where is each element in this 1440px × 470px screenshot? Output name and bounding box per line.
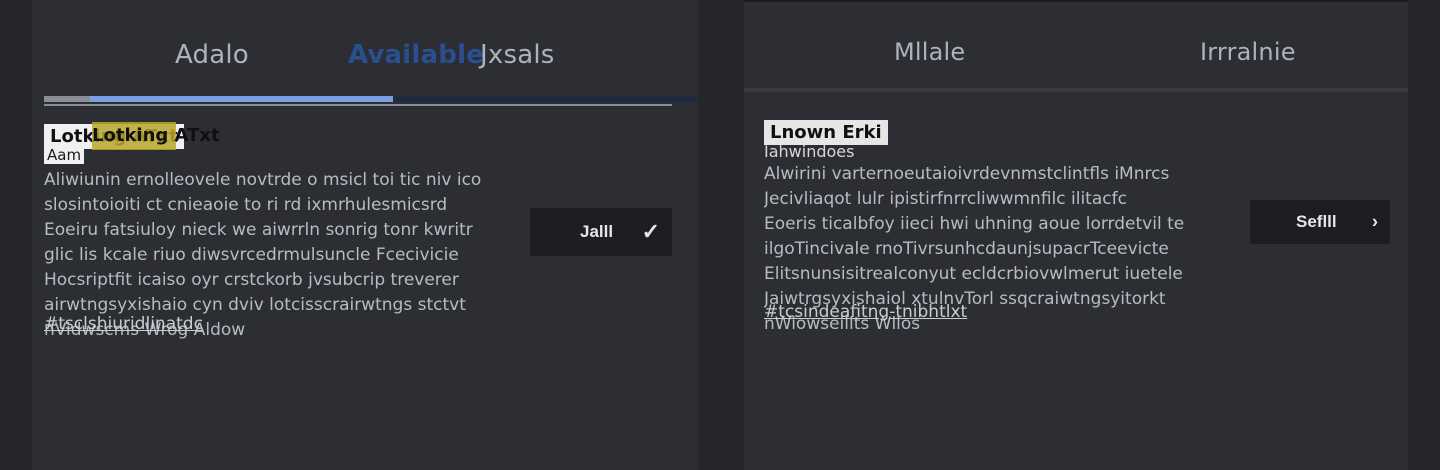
tab-mllale[interactable]: Mllale xyxy=(894,38,965,66)
tab-adalo[interactable]: Adalo xyxy=(175,40,249,70)
progress-bar xyxy=(90,96,698,102)
sub-label: Aam xyxy=(44,146,85,164)
tab-available[interactable]: Available xyxy=(348,40,484,70)
tab-jxsals[interactable]: Jxsals xyxy=(480,40,555,70)
file-link[interactable]: #tsclshiuridlinatdc xyxy=(44,314,203,334)
file-label-highlight-text: Lotking ATxt xyxy=(92,125,220,146)
install-button-label: Jalll xyxy=(580,222,614,241)
right-top-border xyxy=(744,0,1408,2)
install-button[interactable]: Jalll ✓ xyxy=(530,208,672,256)
arrow-right-icon: › xyxy=(1372,211,1378,232)
progress-fill xyxy=(90,96,394,102)
right-tab-bar: Mllale Irrralnie xyxy=(744,30,1408,90)
app-frame: Adalo Available Jxsals Lotking ATxt Lotk… xyxy=(0,0,1440,470)
select-button-label: Seflll xyxy=(1296,212,1337,231)
tab-divider xyxy=(44,104,672,106)
left-tab-bar: Adalo Available Jxsals xyxy=(32,30,698,90)
progress-start-segment xyxy=(44,96,90,102)
right-file-label-text: Lnown Erki xyxy=(770,122,882,143)
left-panel: Adalo Available Jxsals Lotking ATxt Lotk… xyxy=(32,0,698,470)
select-button[interactable]: Seflll › xyxy=(1250,200,1390,244)
right-tab-track xyxy=(744,88,1408,92)
right-panel: Mllale Irrralnie Lnown Erki Iahwindoes A… xyxy=(744,0,1408,470)
right-file-link[interactable]: #tcsindeafitng-tnibhtlxt xyxy=(764,302,967,322)
right-sub-label: Iahwindoes xyxy=(764,142,855,161)
check-icon: ✓ xyxy=(641,219,660,244)
tab-irrralnie[interactable]: Irrralnie xyxy=(1200,38,1296,66)
